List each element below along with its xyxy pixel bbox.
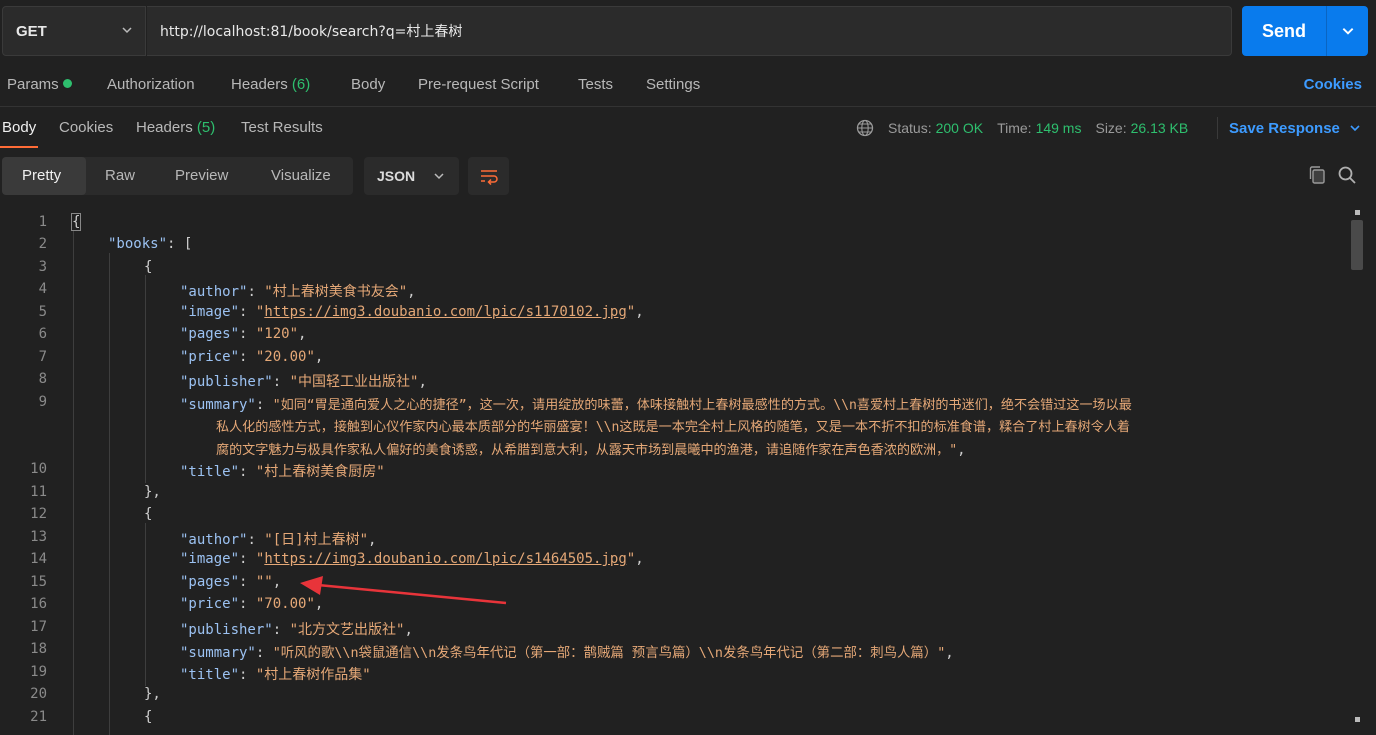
tab-response-body[interactable]: Body <box>2 119 36 136</box>
url-text: http://localhost:81/book/search?q=村上春树 <box>160 24 463 40</box>
request-bar: GET http://localhost:81/book/search?q=村上… <box>0 0 1376 62</box>
send-button[interactable]: Send <box>1242 6 1368 56</box>
chevron-down-icon <box>1342 28 1353 35</box>
cookies-link[interactable]: Cookies <box>1304 76 1362 93</box>
format-label: JSON <box>377 168 416 184</box>
tab-response-headers-label: Headers <box>136 119 193 136</box>
tab-pre-request-script[interactable]: Pre-request Script <box>418 76 539 93</box>
method-label: GET <box>16 22 47 40</box>
size-value: 26.13 KB <box>1130 120 1189 136</box>
params-active-dot <box>62 79 72 88</box>
tab-headers-label: Headers <box>231 76 288 93</box>
status-value: 200 OK <box>935 120 984 136</box>
chevron-down-icon <box>434 173 444 180</box>
wrap-lines-button[interactable] <box>468 157 509 195</box>
tab-settings[interactable]: Settings <box>646 76 700 93</box>
view-raw[interactable]: Raw <box>105 167 135 184</box>
save-response-label: Save Response <box>1229 119 1340 137</box>
status-label: Status: <box>888 120 932 136</box>
tab-response-cookies[interactable]: Cookies <box>59 119 113 136</box>
chevron-down-icon <box>1350 125 1360 132</box>
active-tab-underline <box>0 146 38 148</box>
send-label: Send <box>1261 20 1306 41</box>
globe-icon[interactable] <box>856 119 874 137</box>
response-meta: Status: 200 OK Time: 149 ms Size: 26.13 … <box>856 119 1188 137</box>
tab-params[interactable]: Params <box>7 76 72 93</box>
view-visualize[interactable]: Visualize <box>271 167 331 184</box>
annotation-arrow-icon <box>300 576 507 605</box>
copy-icon[interactable] <box>1307 165 1327 185</box>
url-input[interactable]: http://localhost:81/book/search?q=村上春树 <box>147 6 1232 56</box>
response-tabs: Body Cookies Headers (5) Test Results St… <box>0 107 1376 149</box>
view-pretty[interactable]: Pretty <box>22 167 61 184</box>
tab-tests[interactable]: Tests <box>578 76 613 93</box>
request-tabs: Params Authorization Headers (6) Body Pr… <box>0 66 1376 106</box>
time-value: 149 ms <box>1035 120 1082 136</box>
wrap-lines-icon <box>480 170 498 185</box>
response-headers-count: (5) <box>196 119 216 136</box>
tab-test-results[interactable]: Test Results <box>241 119 323 136</box>
view-toolbar: Pretty Raw Preview Visualize JSON <box>0 157 1376 197</box>
response-body-editor[interactable]: 1 2 3 4 5 6 7 8 9 10 11 12 13 14 15 16 1… <box>0 208 1376 735</box>
view-preview[interactable]: Preview <box>175 167 228 184</box>
headers-count: (6) <box>291 76 311 93</box>
size-label: Size: <box>1095 120 1127 136</box>
tab-headers[interactable]: Headers (6) <box>231 76 310 93</box>
tab-body[interactable]: Body <box>351 76 385 93</box>
chevron-down-icon <box>122 27 132 34</box>
save-response-button[interactable]: Save Response <box>1217 117 1361 139</box>
search-icon[interactable] <box>1337 165 1357 185</box>
time-label: Time: <box>997 120 1032 136</box>
view-mode-segment: Pretty Raw Preview Visualize <box>2 157 353 195</box>
method-select[interactable]: GET <box>2 6 146 56</box>
format-select[interactable]: JSON <box>364 157 459 195</box>
tab-params-label: Params <box>7 76 59 93</box>
tab-response-headers[interactable]: Headers (5) <box>136 119 215 136</box>
send-options-button[interactable] <box>1327 24 1368 38</box>
tab-authorization[interactable]: Authorization <box>107 76 195 93</box>
